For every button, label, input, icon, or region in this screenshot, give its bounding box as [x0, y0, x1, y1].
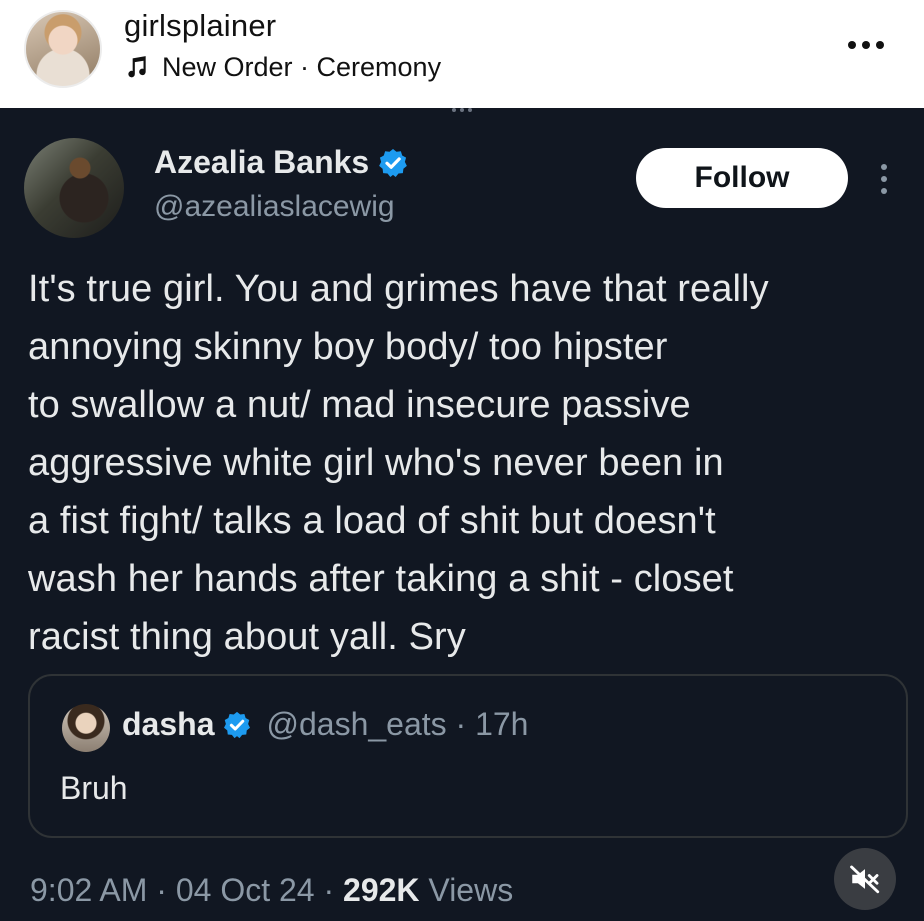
tweet-text: It's true girl. You and grimes have that… [28, 260, 908, 666]
quoted-handle-time: @dash_eats · 17h [266, 706, 529, 742]
more-vertical-icon [881, 164, 887, 170]
tweet-author-name-row[interactable]: Azealia Banks [154, 144, 409, 181]
tweet-card: Azealia Banks @azealiaslacewig Follow It… [0, 108, 924, 921]
more-horizontal-icon [848, 41, 856, 49]
tweet-text-line: wash her hands after taking a shit - clo… [28, 558, 734, 600]
tweet-text-line: aggressive white girl who's never been i… [28, 442, 724, 484]
tweet-text-line: annoying skinny boy body/ too hipster [28, 326, 668, 368]
account-avatar[interactable] [24, 10, 102, 88]
more-options-button[interactable] [836, 30, 896, 60]
drag-dot [468, 108, 472, 112]
quoted-tweet-text: Bruh [60, 770, 128, 806]
follow-button[interactable]: Follow [636, 148, 848, 208]
tweet-author-name: Azealia Banks [154, 144, 370, 180]
audio-label: New Order · Ceremony [162, 51, 442, 82]
more-dot [881, 176, 887, 182]
tweet-more-button[interactable] [870, 154, 898, 204]
views-label: Views [419, 872, 514, 908]
mute-toggle-button[interactable] [834, 848, 896, 910]
account-username[interactable]: girlsplainer [124, 8, 276, 44]
verified-badge-icon [379, 148, 408, 177]
quoted-author-avatar [62, 704, 110, 752]
more-dot [881, 188, 887, 194]
post-header: girlsplainer New Order · Ceremony [0, 0, 924, 108]
tweet-text-line: It's true girl. You and grimes have that… [28, 268, 769, 310]
quoted-tweet-header: dasha @dash_eats · 17h [122, 706, 528, 743]
more-dot [876, 41, 884, 49]
tweet-text-line: racist thing about yall. Sry [28, 616, 466, 658]
audio-track[interactable]: New Order · Ceremony [124, 50, 441, 84]
views-count: 292K [343, 872, 420, 908]
tweet-author-avatar[interactable] [24, 138, 124, 238]
tweet-text-line: to swallow a nut/ mad insecure passive [28, 384, 691, 426]
drag-dot [460, 108, 464, 112]
tweet-timestamp: 9:02 AM · 04 Oct 24 · [30, 872, 344, 908]
more-dot [862, 41, 870, 49]
speaker-muted-icon [850, 865, 880, 894]
quoted-author-name: dasha [122, 706, 215, 742]
drag-handle [452, 108, 472, 112]
music-note-icon [128, 56, 146, 78]
verified-badge-icon [224, 711, 251, 738]
tweet-meta: 9:02 AM · 04 Oct 24 · 292K Views [30, 872, 513, 909]
quoted-tweet[interactable]: dasha @dash_eats · 17h Bruh [28, 674, 908, 838]
tweet-author-handle[interactable]: @azealiaslacewig [154, 190, 395, 224]
drag-dot [452, 108, 456, 112]
tweet-text-line: a fist fight/ talks a load of shit but d… [28, 500, 716, 542]
